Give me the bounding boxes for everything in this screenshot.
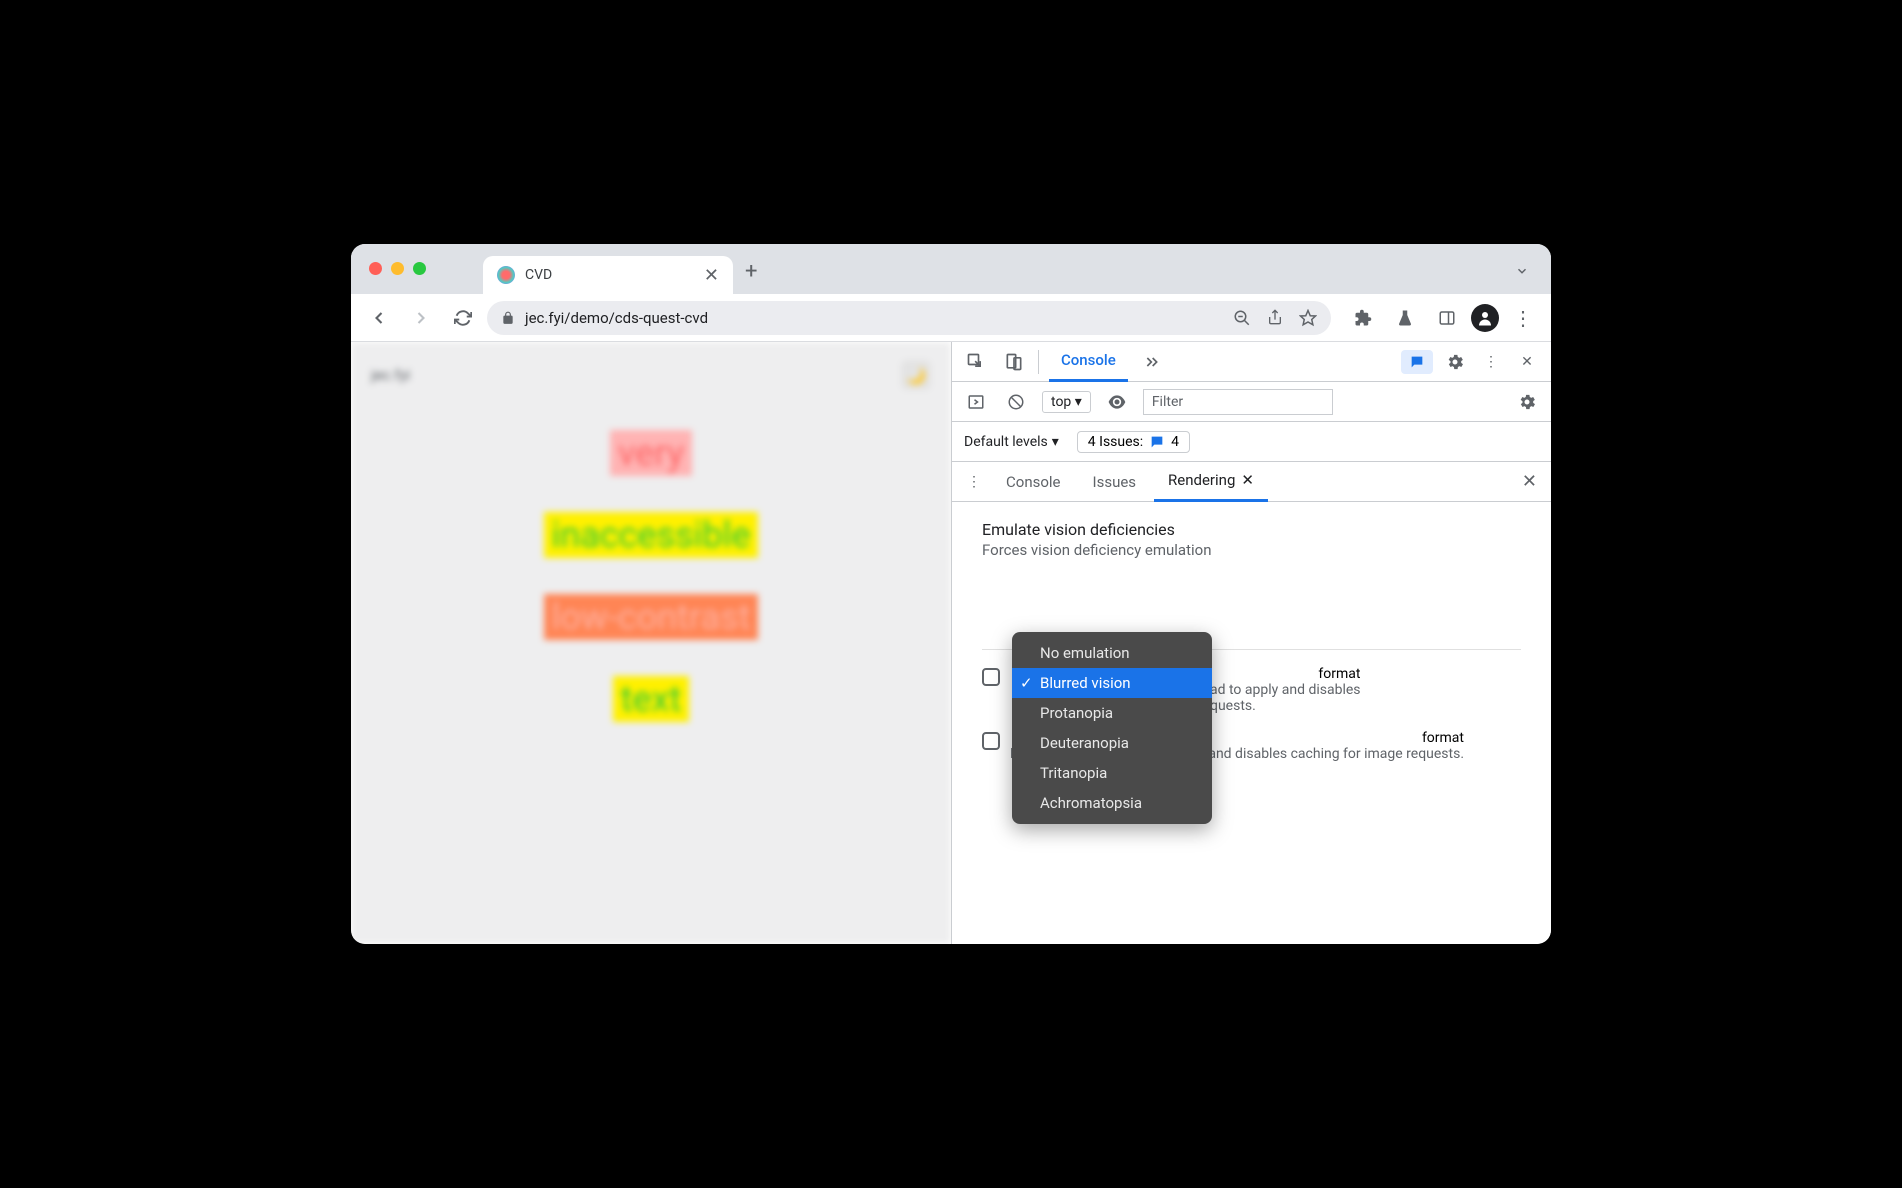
vision-deficiency-dropdown: No emulation Blurred vision Protanopia D… [1012, 632, 1212, 824]
tab-close-icon[interactable]: ✕ [1241, 471, 1254, 489]
dropdown-option-tritanopia[interactable]: Tritanopia [1012, 758, 1212, 788]
window-fullscreen-button[interactable] [413, 262, 426, 275]
option-label: Blurred vision [1040, 674, 1131, 692]
chevron-down-icon: ▾ [1075, 394, 1082, 410]
demo-word: inaccessible [544, 512, 759, 558]
context-selector[interactable]: top ▾ [1042, 391, 1091, 413]
devtools-close-icon[interactable]: ✕ [1513, 348, 1541, 376]
issues-indicator[interactable] [1401, 350, 1433, 374]
tab-list-button[interactable] [1515, 264, 1529, 282]
bookmark-icon[interactable] [1299, 309, 1317, 327]
console-settings-icon[interactable] [1513, 388, 1541, 416]
checkbox[interactable] [982, 732, 1000, 750]
demo-word: text [613, 676, 690, 722]
console-levels-bar: Default levels ▾ 4 Issues: 4 [952, 422, 1551, 462]
tab-label: Issues [1093, 473, 1137, 491]
filter-placeholder: Filter [1152, 394, 1183, 410]
back-button[interactable] [361, 300, 397, 336]
reload-button[interactable] [445, 300, 481, 336]
option-label: Achromatopsia [1040, 794, 1142, 812]
devtools-topbar: Console ⋮ ✕ [952, 342, 1551, 382]
drawer-close-icon[interactable]: ✕ [1522, 471, 1543, 492]
zoom-out-icon[interactable] [1233, 309, 1251, 327]
sidepanel-icon[interactable] [1429, 300, 1465, 336]
log-levels-selector[interactable]: Default levels ▾ [964, 434, 1059, 450]
console-sidebar-toggle-icon[interactable] [962, 388, 990, 416]
issues-label: 4 Issues: [1088, 434, 1143, 450]
demo-word: low-contrast [544, 594, 759, 640]
more-tabs-icon[interactable] [1138, 348, 1166, 376]
window-controls [369, 262, 426, 275]
webpage: jec.fyi 🌙 very inaccessible low-contrast… [351, 342, 951, 944]
window-minimize-button[interactable] [391, 262, 404, 275]
window-close-button[interactable] [369, 262, 382, 275]
option-label: No emulation [1040, 644, 1130, 662]
filter-input[interactable]: Filter [1143, 389, 1333, 415]
option-label: Protanopia [1040, 704, 1113, 722]
issue-icon [1149, 434, 1165, 450]
drawer-tab-issues[interactable]: Issues [1079, 462, 1151, 502]
url-text: jec.fyi/demo/cds-quest-cvd [525, 309, 708, 327]
address-bar[interactable]: jec.fyi/demo/cds-quest-cvd [487, 301, 1331, 335]
format-desc-line2: quests. [1210, 698, 1256, 714]
devtools-tab-console[interactable]: Console [1049, 342, 1128, 382]
dropdown-option-achromatopsia[interactable]: Achromatopsia [1012, 788, 1212, 818]
settings-icon[interactable] [1441, 348, 1469, 376]
omnibox-actions [1233, 309, 1317, 327]
page-header: jec.fyi 🌙 [371, 360, 931, 390]
option-label: Tritanopia [1040, 764, 1107, 782]
drawer-tab-rendering[interactable]: Rendering ✕ [1154, 462, 1268, 502]
toolbar-right: ⋮ [1345, 300, 1541, 336]
theme-toggle[interactable]: 🌙 [901, 360, 931, 390]
drawer-tab-console[interactable]: Console [992, 462, 1075, 502]
dropdown-option-no-emulation[interactable]: No emulation [1012, 638, 1212, 668]
site-label: jec.fyi [371, 366, 410, 384]
chrome-menu-icon[interactable]: ⋮ [1505, 300, 1541, 336]
section-subtitle: Forces vision deficiency emulation [982, 541, 1521, 559]
browser-toolbar: jec.fyi/demo/cds-quest-cvd [351, 294, 1551, 342]
format-title-tail: format [1422, 730, 1464, 746]
tab-close-icon[interactable]: ✕ [704, 265, 719, 286]
new-tab-button[interactable]: + [745, 259, 757, 288]
device-toolbar-icon[interactable] [1000, 348, 1028, 376]
drawer-tabs: ⋮ Console Issues Rendering ✕ ✕ [952, 462, 1551, 502]
devtools-menu-icon[interactable]: ⋮ [1477, 348, 1505, 376]
content-area: jec.fyi 🌙 very inaccessible low-contrast… [351, 342, 1551, 944]
tab-label: Console [1006, 473, 1061, 491]
dropdown-option-protanopia[interactable]: Protanopia [1012, 698, 1212, 728]
tab-strip: CVD ✕ + [351, 244, 1551, 294]
lock-icon [501, 311, 515, 325]
tab-label: Console [1061, 351, 1116, 369]
tab-title: CVD [525, 267, 552, 283]
issues-chip[interactable]: 4 Issues: 4 [1077, 431, 1190, 453]
live-expression-icon[interactable] [1103, 388, 1131, 416]
clear-console-icon[interactable] [1002, 388, 1030, 416]
console-toolbar: top ▾ Filter [952, 382, 1551, 422]
chevron-down-icon: ▾ [1052, 434, 1059, 450]
share-icon[interactable] [1267, 309, 1283, 327]
labs-icon[interactable] [1387, 300, 1423, 336]
favicon-icon [497, 266, 515, 284]
dropdown-option-blurred-vision[interactable]: Blurred vision [1012, 668, 1212, 698]
demo-text-column: very inaccessible low-contrast text [371, 430, 931, 722]
devtools-panel: Console ⋮ ✕ [951, 342, 1551, 944]
dropdown-option-deuteranopia[interactable]: Deuteranopia [1012, 728, 1212, 758]
levels-label: Default levels [964, 434, 1048, 450]
demo-word: very [610, 430, 692, 476]
inspect-element-icon[interactable] [962, 348, 990, 376]
context-label: top [1051, 394, 1071, 410]
tab-label: Rendering [1168, 471, 1235, 489]
browser-tab[interactable]: CVD ✕ [483, 256, 733, 294]
option-label: Deuteranopia [1040, 734, 1129, 752]
drawer-menu-icon[interactable]: ⋮ [960, 468, 988, 496]
section-title: Emulate vision deficiencies [982, 520, 1521, 539]
browser-window: CVD ✕ + jec.fyi/demo/cds-quest-cvd [351, 244, 1551, 944]
profile-avatar[interactable] [1471, 304, 1499, 332]
format-desc-tail: ad to apply and disables [1210, 682, 1361, 698]
issues-count: 4 [1171, 434, 1179, 450]
forward-button[interactable] [403, 300, 439, 336]
checkbox[interactable] [982, 668, 1000, 686]
format-title-tail: format [1318, 666, 1360, 682]
extensions-icon[interactable] [1345, 300, 1381, 336]
